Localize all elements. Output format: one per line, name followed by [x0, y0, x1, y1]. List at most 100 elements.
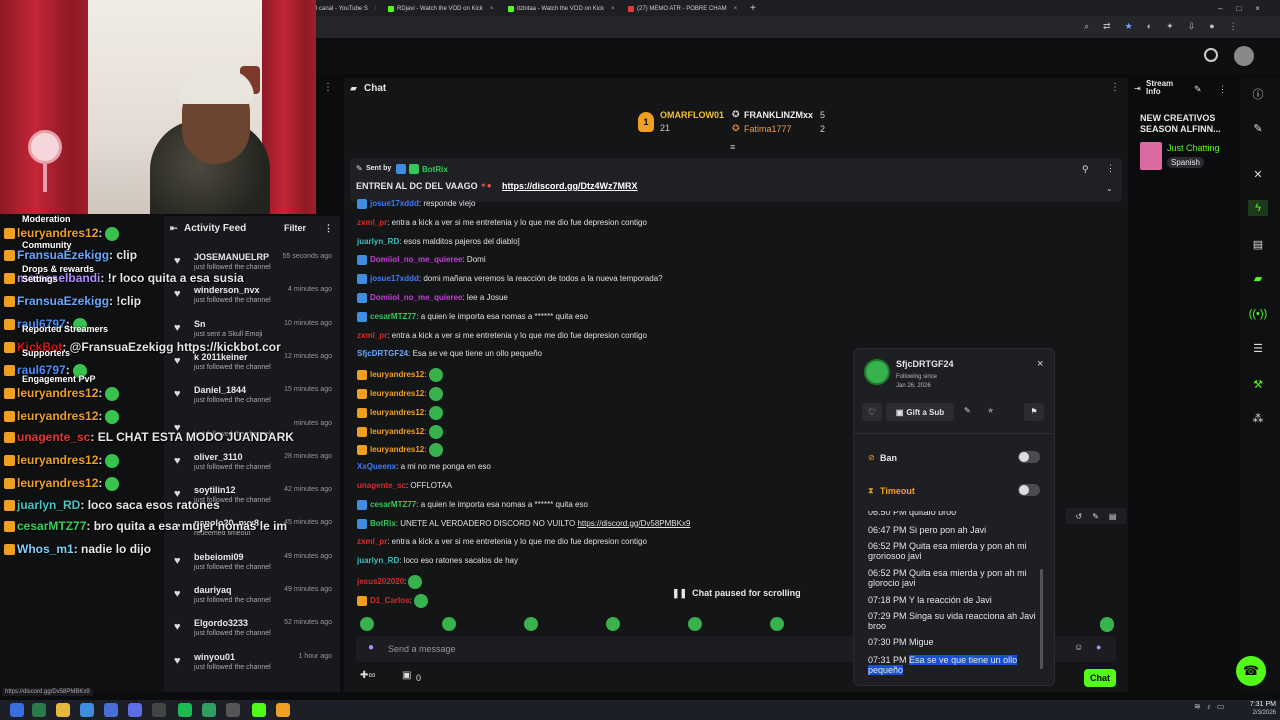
close-icon[interactable]: × [611, 6, 615, 12]
chat-username[interactable]: D1_Carlos [370, 596, 410, 605]
chat-username[interactable]: zxml_pr [357, 537, 387, 546]
chat-message[interactable]: BotRix: UNETE AL VERDADERO DISCORD NO VU… [357, 518, 690, 529]
search-icon[interactable] [1204, 48, 1218, 62]
chat-message[interactable]: cesarMTZ77: a quien le importa esa nomas… [357, 311, 588, 322]
minimize-icon[interactable]: – [1218, 4, 1222, 13]
mic-icon[interactable]: ● [368, 642, 374, 653]
category-thumbnail[interactable] [1140, 142, 1162, 170]
gift-sub-button[interactable]: ▣ Gift a Sub [886, 403, 954, 421]
chat-username[interactable]: cesarMTZ77 [370, 500, 416, 509]
chat-username[interactable]: zxml_pr [357, 218, 387, 227]
category-name[interactable]: Just Chatting [1167, 143, 1220, 153]
chat-username[interactable]: josue17xddd [370, 274, 419, 283]
tools-icon[interactable]: ⚒ [1248, 376, 1268, 392]
more-options-icon[interactable]: ⋮ [324, 223, 333, 234]
chat-username[interactable]: jesus202020 [357, 577, 404, 586]
edit-icon[interactable]: ✎ [1248, 120, 1268, 136]
emote-menu-icon[interactable]: ● [1096, 642, 1101, 652]
chat-message[interactable]: cesarMTZ77: a quien le importa esa nomas… [357, 499, 588, 510]
collapse-icon[interactable]: ⇥ [1134, 84, 1141, 93]
scrollbar[interactable] [1040, 569, 1043, 669]
pinned-link[interactable]: https://discord.gg/Dtz4Wz7MRX [502, 181, 638, 191]
chat-message[interactable]: jesus202020: [357, 575, 423, 589]
start-icon[interactable] [10, 703, 24, 717]
chat-username[interactable]: leuryandres12 [370, 408, 424, 417]
mod-action-icon[interactable]: ⚑ [1024, 403, 1044, 421]
chat-username[interactable]: zxml_pr [357, 331, 387, 340]
emote-icon[interactable] [360, 617, 374, 631]
close-icon[interactable]: × [1037, 358, 1043, 370]
chat-username[interactable]: unagente_sc [357, 481, 406, 490]
notes-icon[interactable]: ▤ [1248, 236, 1268, 252]
chat-username[interactable]: Domiiol_no_me_quieree [370, 293, 462, 302]
app-icon[interactable] [152, 703, 166, 717]
emoji-picker-icon[interactable]: ☺ [1074, 642, 1083, 652]
chat-message[interactable]: D1_Carlos: [357, 593, 428, 608]
expand-leaderboard-icon[interactable]: ≡ [730, 142, 735, 152]
chat-username[interactable]: josue17xddd [370, 199, 419, 208]
timeout-toggle[interactable] [1018, 484, 1040, 496]
chat-message[interactable]: josue17xddd: domi mañana veremos la reac… [357, 274, 663, 285]
pinned-sender[interactable]: BotRix [422, 165, 448, 174]
emote-icon[interactable] [688, 617, 702, 631]
chat-message[interactable]: Domiiol_no_me_quieree: Domi [357, 255, 486, 266]
close-icon[interactable]: × [490, 6, 494, 12]
chat-username[interactable]: SfjcDRTGF24 [357, 349, 408, 358]
user-card-username[interactable]: SfjcDRTGF24 [896, 359, 954, 369]
leader-name[interactable]: Fatima1777 [744, 124, 792, 134]
zoom-icon[interactable]: ⌕ [1084, 21, 1089, 32]
chat-message[interactable]: unagente_sc: OFFLOTAA [357, 481, 452, 490]
chat-message[interactable]: leuryandres12: [357, 424, 443, 439]
chat-username[interactable]: cesarMTZ77 [370, 312, 416, 321]
info-icon[interactable]: ⓘ [1248, 86, 1268, 102]
bookmark-star-icon[interactable]: ★ [1125, 21, 1133, 32]
chat-message[interactable]: leuryandres12: [357, 387, 443, 401]
chat-username[interactable]: Domiiol_no_me_quieree [370, 256, 462, 265]
gift-icon[interactable]: ▣ [402, 670, 411, 681]
chat-send-button[interactable]: Chat [1084, 669, 1116, 687]
translate-icon[interactable]: ⇄ [1103, 21, 1111, 32]
browser-tab[interactable]: RDjavi - Watch the VOD on Kick × [388, 2, 506, 15]
pin-icon[interactable]: ✎ [1092, 512, 1099, 521]
app-icon[interactable] [202, 703, 216, 717]
chat-username[interactable]: XxQueenx [357, 462, 396, 471]
chat-link[interactable]: https://discord.gg/Dv58PMBKx9 [577, 519, 690, 528]
chrome-icon[interactable] [80, 703, 94, 717]
chat-username[interactable]: leuryandres12 [370, 370, 424, 379]
browser-tab[interactable]: (27) MEMO ATR - POBRE CHAM × [628, 2, 746, 15]
spotify-icon[interactable] [178, 703, 192, 717]
new-tab-button[interactable]: + [750, 2, 760, 15]
reply-icon[interactable]: ↺ [1076, 512, 1083, 521]
chat-message[interactable]: leuryandres12: [357, 405, 443, 420]
leader-name[interactable]: OMARFLOW01 [660, 110, 724, 120]
chat-message[interactable]: juarlyn_RD: esos malditos pajeros del di… [357, 237, 520, 246]
chat-icon[interactable]: ▰ [1248, 270, 1268, 286]
wifi-icon[interactable]: ≋ [1194, 702, 1201, 711]
chat-message[interactable]: zxml_pr: entra a kick a ver si me entret… [357, 537, 647, 546]
kick-icon[interactable] [252, 703, 266, 717]
follow-heart-icon[interactable]: ♡ [862, 403, 882, 421]
chat-paused-banner[interactable]: ❚❚ Chat paused for scrolling [672, 584, 806, 602]
browser-tab[interactable]: itzlotaa - Watch the VOD on Kick × [508, 2, 626, 15]
file-explorer-icon[interactable] [56, 703, 70, 717]
moderator-menu-item[interactable]: Settings [22, 274, 58, 284]
chat-username[interactable]: BotRix [370, 519, 396, 528]
activity-username[interactable]: dauriyaq [194, 585, 232, 595]
chat-username[interactable]: leuryandres12 [370, 389, 424, 398]
chat-message[interactable]: SfjcDRTGF24: Esa se ve que tiene un ollo… [357, 349, 542, 358]
pin-icon[interactable]: ✎ [964, 406, 971, 415]
delete-icon[interactable]: ▤ [1109, 512, 1117, 521]
emote-icon[interactable] [606, 617, 620, 631]
discord-icon[interactable] [128, 703, 142, 717]
avatar[interactable] [1234, 46, 1254, 66]
close-icon[interactable]: × [734, 6, 738, 12]
chat-message[interactable]: leuryandres12: [357, 443, 443, 458]
chat-message[interactable]: zxml_pr: entra a kick a ver si me entret… [357, 331, 647, 340]
star-icon[interactable]: ★ [987, 406, 994, 415]
chat-message[interactable]: zxml_pr: entra a kick a ver si me entret… [357, 218, 647, 227]
help-chat-icon[interactable]: ☎ [1236, 656, 1266, 686]
chat-message[interactable]: Domiiol_no_me_quieree: lee a Josue [357, 293, 508, 303]
app-icon[interactable] [104, 703, 118, 717]
chat-message[interactable]: josue17xddd: responde viejo [357, 199, 475, 209]
close-window-icon[interactable]: × [1255, 4, 1260, 13]
